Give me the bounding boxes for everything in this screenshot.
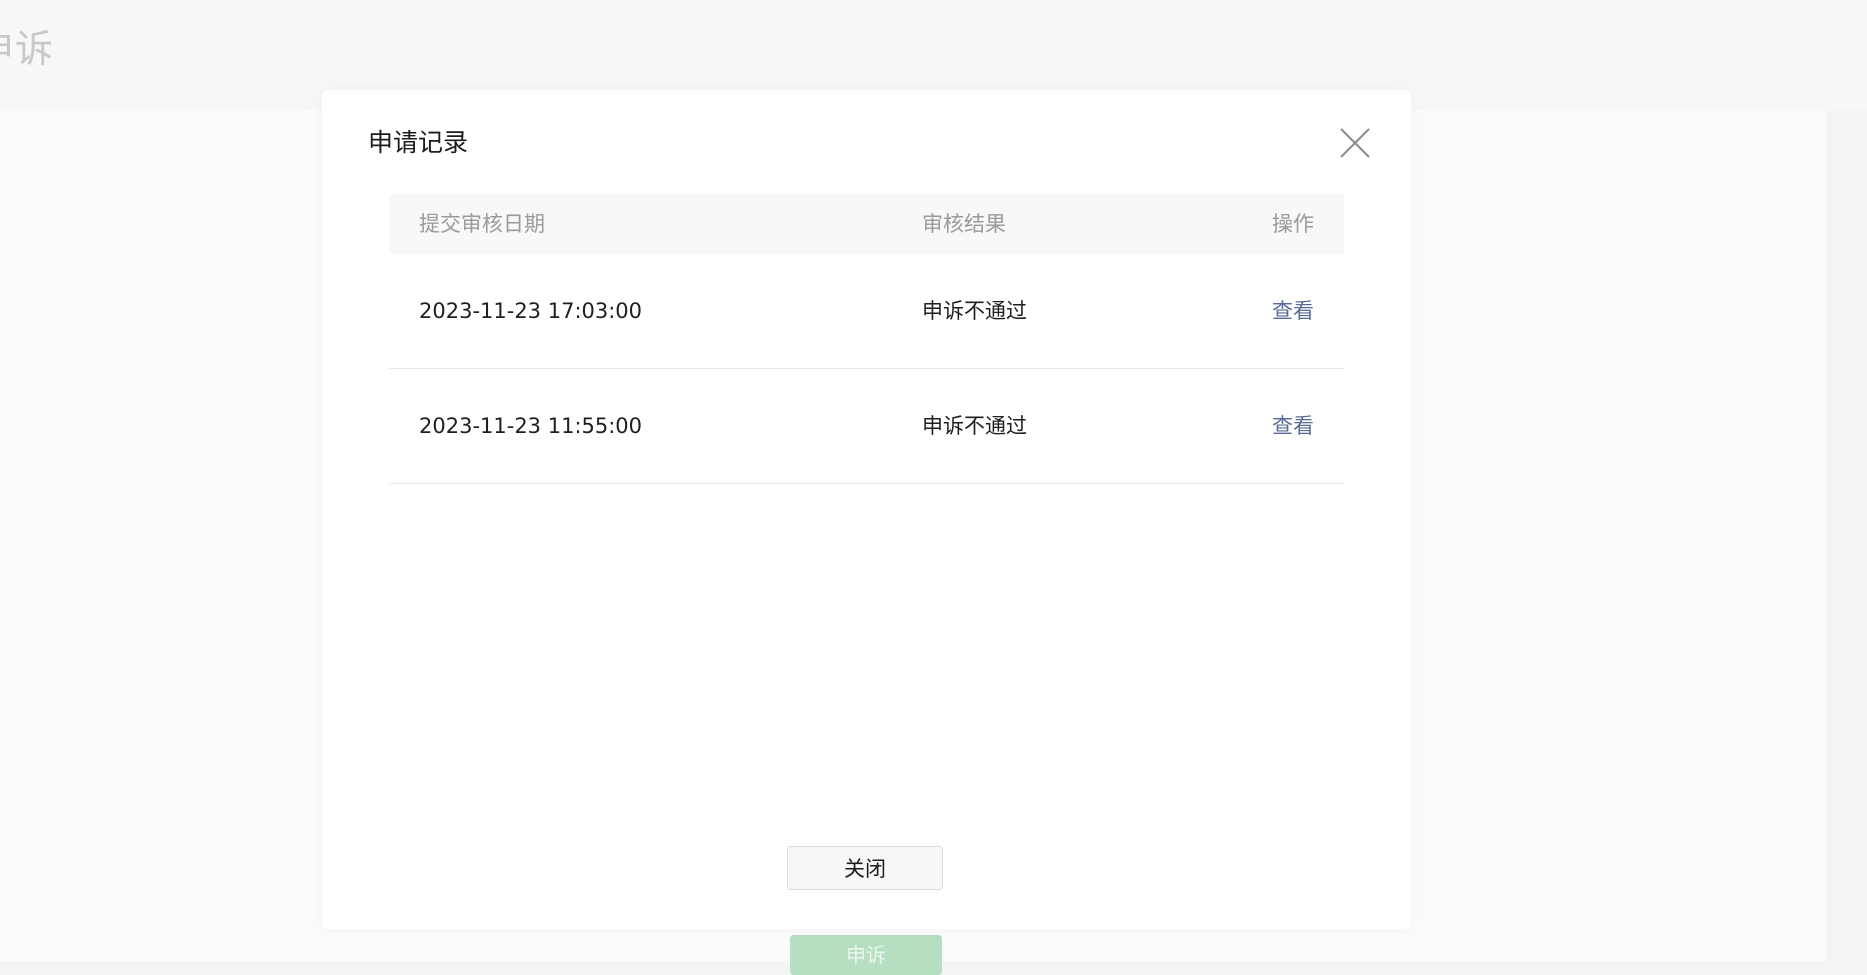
row-date: 2023-11-23 11:55:00 [419, 414, 643, 438]
header-action: 操作 [1272, 212, 1314, 236]
dialog-title: 申请记录 [368, 128, 469, 157]
header-review-result: 审核结果 [922, 212, 1006, 236]
table-row: 2023-11-23 11:55:00 申诉不通过 查看 [389, 369, 1344, 484]
table-row: 2023-11-23 17:03:00 申诉不通过 查看 [389, 254, 1344, 369]
row-date: 2023-11-23 17:03:00 [419, 299, 643, 323]
page-right-strip [1826, 110, 1867, 961]
page-title: 申诉 [0, 27, 55, 71]
table-header: 提交审核日期 审核结果 操作 [389, 194, 1344, 254]
close-button[interactable]: 关闭 [787, 846, 943, 890]
view-link[interactable]: 查看 [1272, 254, 1314, 368]
application-records-dialog: 申请记录 提交审核日期 审核结果 操作 2023-11-23 17:03:00 … [322, 90, 1411, 929]
row-result: 申诉不通过 [922, 299, 1027, 323]
row-result: 申诉不通过 [922, 414, 1027, 438]
close-icon[interactable] [1338, 126, 1372, 160]
header-submit-date: 提交审核日期 [419, 212, 545, 236]
records-table: 提交审核日期 审核结果 操作 2023-11-23 17:03:00 申诉不通过… [389, 194, 1344, 484]
view-link[interactable]: 查看 [1272, 369, 1314, 483]
appeal-button[interactable]: 申诉 [790, 935, 942, 975]
